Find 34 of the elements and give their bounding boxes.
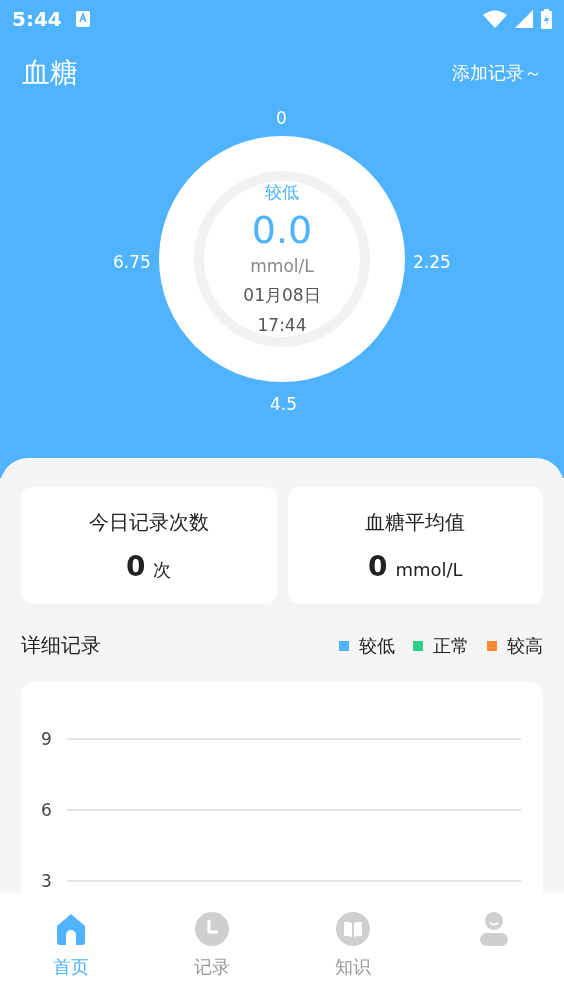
gauge-unit: mmol/L bbox=[250, 256, 314, 276]
section-title: 详细记录 bbox=[21, 632, 101, 659]
axis-label: 6 bbox=[41, 800, 52, 820]
stat-value: 0 bbox=[367, 549, 388, 583]
stat-unit: 次 bbox=[153, 557, 172, 582]
axis-label: 3 bbox=[41, 871, 52, 891]
status-time: 5:44 bbox=[12, 7, 62, 31]
gauge-time: 17:44 bbox=[257, 315, 307, 335]
nav-tab[interactable]: 知识 bbox=[282, 893, 423, 1004]
wifi-icon bbox=[483, 10, 507, 28]
axis-label: 9 bbox=[41, 729, 52, 749]
gauge-value: 0.0 bbox=[251, 208, 313, 252]
legend-label: 较高 bbox=[507, 633, 543, 658]
signal-icon bbox=[515, 10, 533, 28]
keyboard-icon bbox=[75, 11, 90, 27]
book-icon bbox=[334, 911, 371, 947]
stat-value: 0 bbox=[126, 549, 146, 583]
gauge-date: 01月08日 bbox=[243, 284, 321, 307]
stat-unit: mmol/L bbox=[395, 558, 463, 580]
stat-label: 今日记录次数 bbox=[88, 508, 209, 536]
battery-icon bbox=[541, 9, 552, 29]
gauge-status: 较低 bbox=[265, 181, 299, 204]
gauge-scale-label: 0 bbox=[276, 108, 287, 128]
legend-label: 正常 bbox=[433, 633, 469, 658]
gauge-scale-label: 6.75 bbox=[113, 252, 151, 272]
clock-icon bbox=[193, 911, 230, 947]
add-record-link[interactable]: 添加记录～ bbox=[452, 61, 542, 85]
nav-tab[interactable]: 首页 bbox=[0, 893, 141, 1004]
legend-label: 较低 bbox=[359, 633, 395, 658]
stat-label: 血糖平均值 bbox=[365, 508, 466, 536]
nav-tab[interactable]: 记录 bbox=[141, 893, 282, 1004]
gauge-scale-label: 2.25 bbox=[413, 252, 451, 272]
gauge-scale-label: 4.5 bbox=[270, 394, 298, 414]
page-title: 血糖 bbox=[22, 55, 78, 91]
